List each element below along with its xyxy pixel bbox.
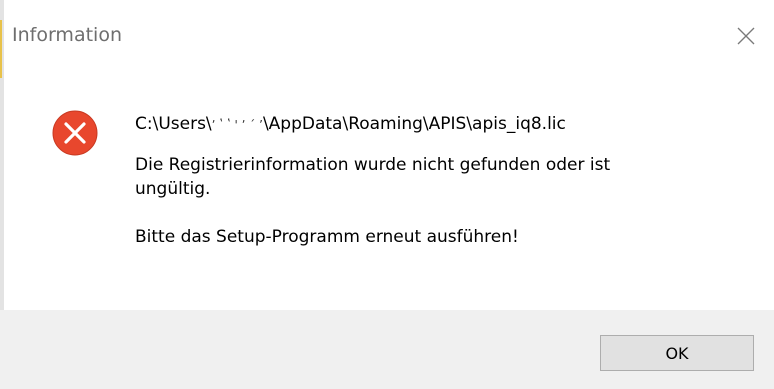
close-button[interactable]: [724, 14, 768, 58]
dialog-footer: OK: [0, 310, 774, 389]
close-icon: [737, 27, 755, 45]
window-accent-strip: [0, 20, 2, 78]
message-line-3: Bitte das Setup-Programm erneut ausführe…: [135, 227, 519, 247]
ok-button[interactable]: OK: [600, 335, 754, 371]
message-line-2: ungültig.: [135, 179, 211, 199]
message-line-1: Die Registrierinformation wurde nicht ge…: [135, 155, 611, 175]
error-dialog: Information C:\Users\ʼ ʽ ʽ ' ʼ ´ ’\AppDa…: [0, 0, 774, 389]
file-path-redacted: ʼ ʽ ʽ ' ʼ ´ ’: [211, 118, 263, 132]
file-path: C:\Users\ʼ ʽ ʽ ' ʼ ´ ’\AppData\Roaming\A…: [135, 112, 755, 137]
file-path-suffix: \AppData\Roaming\APIS\apis_iq8.lic: [262, 114, 566, 134]
message-text: C:\Users\ʼ ʽ ʽ ' ʼ ´ ’\AppData\Roaming\A…: [135, 112, 755, 249]
error-icon: [52, 110, 98, 156]
dialog-title: Information: [12, 24, 122, 46]
file-path-prefix: C:\Users\: [135, 114, 212, 134]
